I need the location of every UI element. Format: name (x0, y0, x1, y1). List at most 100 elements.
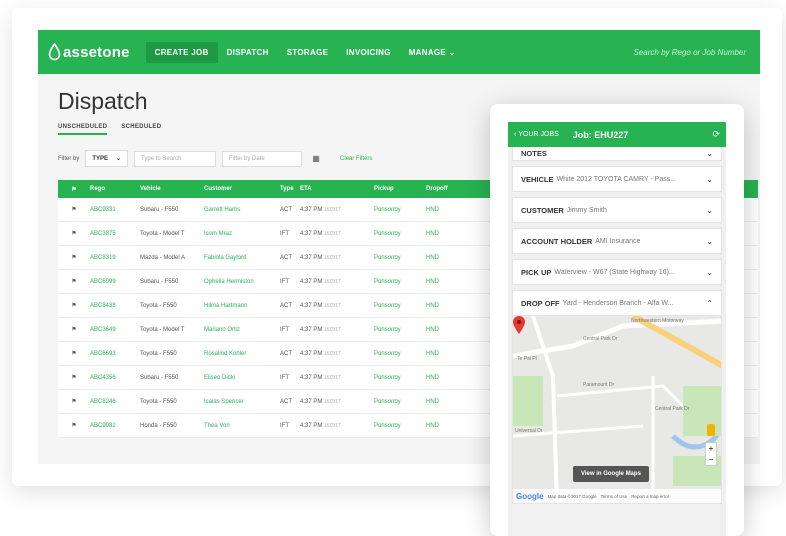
section-value: Waterview - W67 (State Highway 16)... (554, 268, 675, 276)
section-account-holder[interactable]: ACCOUNT HOLDER AMI Insurance ⌄ (512, 228, 722, 254)
terms-link[interactable]: Terms of Use (601, 494, 628, 499)
vehicle-cell: Toyota - F550 (140, 350, 177, 357)
eta-cell: 4:37 PM 16/2/17 (300, 351, 374, 357)
back-button[interactable]: ‹ YOUR JOBS (514, 131, 559, 138)
location-pin-icon[interactable] (513, 316, 525, 334)
section-vehicle[interactable]: VEHICLE White 2012 TOYOTA CAMRY - Pass..… (512, 166, 722, 192)
nav-dispatch[interactable]: DISPATCH (218, 42, 278, 63)
search-input[interactable]: Search by Rego or Job Number (634, 48, 747, 57)
rego-cell[interactable]: ABC6693 (90, 351, 140, 357)
eta-time: 4:37 PM (300, 254, 323, 261)
type-select[interactable]: TYPE ⌄ (85, 150, 129, 167)
type-cell: IFT (280, 278, 289, 285)
eta-cell: 4:37 PM 16/2/17 (300, 207, 374, 213)
rego-cell[interactable]: ABC8246 (90, 399, 140, 405)
column-header-pickup[interactable]: Pickup (374, 186, 426, 192)
rego-cell[interactable]: ABC9331 (90, 207, 140, 213)
nav-manage[interactable]: MANAGE ⌄ (400, 42, 465, 63)
customer-cell[interactable]: Rosalind Kohler (204, 351, 280, 357)
customer-cell[interactable]: Garrett Harris (204, 207, 280, 213)
column-header-dropoff[interactable]: Dropoff (426, 186, 466, 192)
vehicle-cell: Toyota - Model T (140, 230, 185, 237)
customer-cell[interactable]: Fabiola Gaylord (204, 255, 280, 261)
column-header-customer[interactable]: Customer (204, 186, 280, 192)
map-view[interactable]: Central Park Dr Paramount Dr Northwester… (512, 316, 722, 504)
vehicle-cell: Toyota - Model T (140, 326, 185, 333)
clear-filters-link[interactable]: Clear Filters (340, 156, 372, 162)
section-dropoff[interactable]: DROP OFF Yard - Henderson Branch - Alfa … (512, 290, 722, 316)
eta-cell: 4:37 PM 16/2/17 (300, 423, 374, 429)
type-cell: IFT (280, 230, 289, 237)
eta-cell: 4:37 PM 16/2/17 (300, 327, 374, 333)
flag-column-header[interactable]: ⚑ (58, 186, 90, 193)
flag-icon: ⚑ (71, 255, 77, 261)
mobile-device: ‹ YOUR JOBS Job: EHU227 ⟳ NOTES ⌄ VEHICL… (490, 104, 744, 536)
eta-date: 16/2/17 (324, 374, 341, 381)
vehicle-cell: Toyota - F550 (140, 302, 177, 309)
pickup-cell: Ponsonby (374, 230, 401, 237)
dropoff-cell: HND (426, 230, 439, 237)
pegman-icon[interactable] (707, 424, 715, 436)
eta-date: 16/2/17 (324, 278, 341, 285)
column-header-type[interactable]: Type (280, 186, 300, 192)
type-cell: ACT (280, 254, 292, 261)
type-select-value: TYPE (92, 155, 109, 162)
eta-date: 16/2/17 (324, 422, 341, 429)
nav-invoicing[interactable]: INVOICING (337, 42, 399, 63)
rego-cell[interactable]: ABC8438 (90, 303, 140, 309)
nav-create-job[interactable]: CREATE JOB (145, 41, 218, 63)
eta-time: 4:37 PM (300, 374, 323, 381)
pickup-cell: Ponsonby (374, 374, 401, 381)
customer-cell[interactable]: Isom Mraz (204, 231, 280, 237)
rego-cell[interactable]: ABC3875 (90, 231, 140, 237)
zoom-in-button[interactable]: + (706, 443, 716, 454)
column-header-eta[interactable]: ETA (300, 186, 374, 192)
customer-cell[interactable]: Isaias Spencer (204, 399, 280, 405)
column-header-vehicle[interactable]: Vehicle (140, 186, 204, 192)
tab-unscheduled[interactable]: UNSCHEDULED (58, 124, 108, 135)
column-header-rego[interactable]: Rego (90, 186, 140, 192)
eta-time: 4:37 PM (300, 326, 323, 333)
rego-cell[interactable]: ABC8319 (90, 255, 140, 261)
customer-cell[interactable]: Thea Von (204, 423, 280, 429)
app-logo[interactable]: assetone (48, 43, 130, 61)
eta-date: 16/2/17 (324, 230, 341, 237)
date-filter-input[interactable]: Filter by Date (222, 150, 303, 167)
rego-cell[interactable]: ABC9982 (90, 423, 140, 429)
calendar-icon[interactable]: ▦ (308, 152, 324, 166)
vehicle-cell: Subaru - F550 (140, 374, 179, 381)
flag-icon: ⚑ (71, 327, 77, 333)
type-search-input[interactable]: Type to Search (134, 150, 217, 167)
section-value: AMI Insurance (595, 237, 641, 245)
rego-cell[interactable]: ABC3649 (90, 327, 140, 333)
page: assetone CREATE JOB DISPATCH STORAGE INV… (0, 0, 786, 536)
section-label: VEHICLE (521, 174, 554, 184)
customer-cell[interactable]: Eliseo Dicki (204, 375, 280, 381)
section-customer[interactable]: CUSTOMER Jimmy Smith ⌄ (512, 197, 722, 223)
rego-cell[interactable]: ABC4356 (90, 375, 140, 381)
nav-storage[interactable]: STORAGE (278, 42, 338, 63)
street-label: Central Park Dr (583, 336, 618, 342)
eta-date: 16/2/17 (324, 302, 341, 309)
chevron-down-icon: ⌄ (116, 156, 122, 162)
section-pickup[interactable]: PICK UP Waterview - W67 (State Highway 1… (512, 259, 722, 285)
dropoff-cell: HND (426, 254, 439, 261)
eta-date: 16/2/17 (324, 254, 341, 261)
customer-cell[interactable]: Mariano Ortiz (204, 327, 280, 333)
view-in-google-maps-button[interactable]: View in Google Maps (573, 466, 649, 482)
customer-cell[interactable]: Ophelia Hermiston (204, 279, 280, 285)
section-notes[interactable]: NOTES ⌄ (512, 147, 722, 161)
type-cell: IFT (280, 326, 289, 333)
brand-name: assetone (63, 43, 130, 61)
eta-cell: 4:37 PM 16/2/17 (300, 399, 374, 405)
zoom-out-button[interactable]: − (706, 454, 716, 465)
vehicle-cell: Toyota - F550 (140, 398, 177, 405)
rego-cell[interactable]: ABC6099 (90, 279, 140, 285)
report-map-error-link[interactable]: Report a map error (631, 494, 669, 499)
tab-scheduled[interactable]: SCHEDULED (121, 124, 161, 135)
section-label: CUSTOMER (521, 205, 564, 215)
customer-cell[interactable]: Hilma Hartmann (204, 303, 280, 309)
main-nav: CREATE JOB DISPATCH STORAGE INVOICING MA… (145, 41, 465, 63)
chevron-down-icon: ⌄ (706, 149, 713, 158)
refresh-icon[interactable]: ⟳ (712, 129, 720, 140)
